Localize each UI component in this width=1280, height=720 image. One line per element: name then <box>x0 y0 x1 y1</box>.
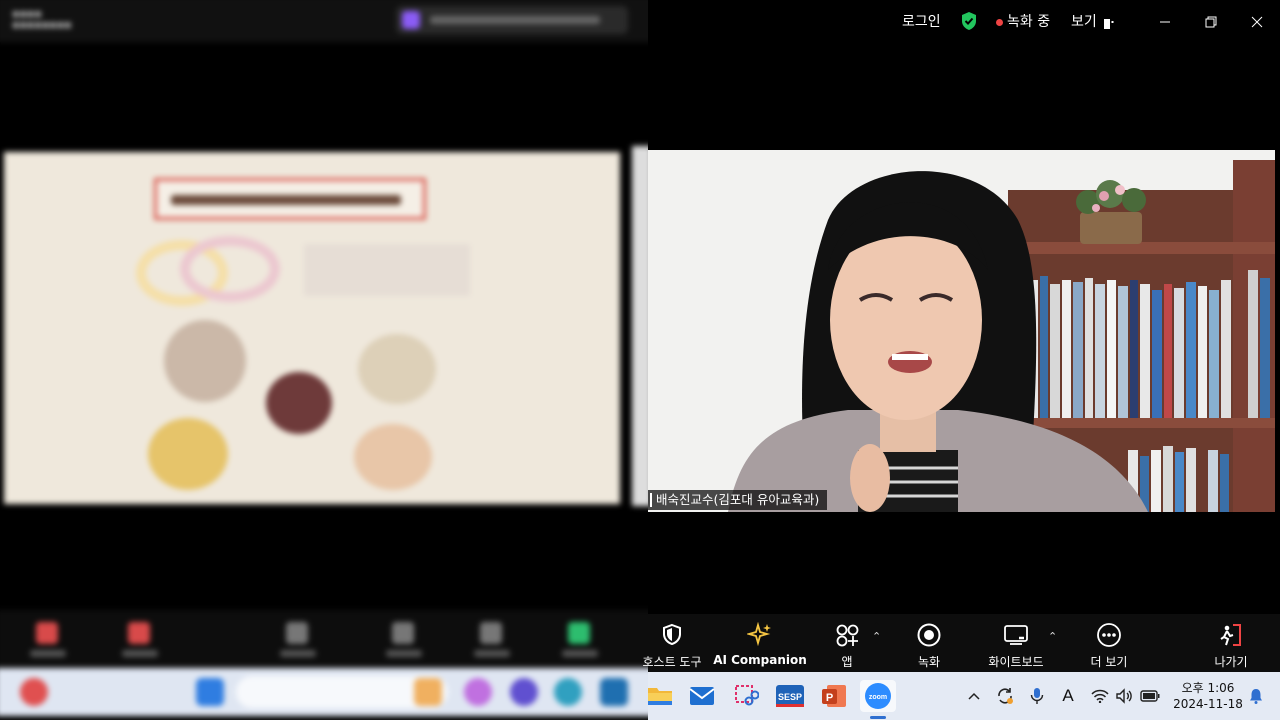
chevron-up-icon <box>968 692 980 700</box>
video-frame <box>648 150 1275 512</box>
system-clock[interactable]: 오후 1:06 2024-11-18 <box>1168 680 1248 712</box>
record-button[interactable]: 녹화 <box>906 614 952 672</box>
minimize-icon <box>1160 21 1170 23</box>
clock-time: 오후 1:06 <box>1181 681 1235 695</box>
leave-button[interactable]: 나가기 <box>1206 614 1256 672</box>
close-button[interactable] <box>1234 0 1280 44</box>
apps-button[interactable]: 앱 <box>824 614 870 672</box>
view-menu-button[interactable]: 보기 <box>1071 0 1097 44</box>
blurred-logo: ▪▪▪▪ ▪▪▪▪▪▪▪▪ <box>12 7 72 31</box>
wifi-icon[interactable] <box>1090 672 1110 720</box>
ai-companion-label: AI Companion <box>713 653 807 667</box>
show-hidden-icons-button[interactable] <box>964 672 984 720</box>
blurred-taskbar <box>0 668 648 716</box>
ai-companion-button[interactable]: AI Companion <box>712 614 808 672</box>
mail-icon[interactable] <box>686 680 718 712</box>
more-label: 더 보기 <box>1090 655 1128 669</box>
zoom-app-icon[interactable]: zoom <box>860 680 896 712</box>
sparkle-icon <box>745 621 773 648</box>
leave-label: 나가기 <box>1214 655 1248 669</box>
login-link[interactable]: 로그인 <box>902 0 941 44</box>
snipping-tool-icon[interactable] <box>730 680 762 712</box>
clock-date: 2024-11-18 <box>1173 697 1243 711</box>
record-icon <box>916 622 942 648</box>
svg-text:P: P <box>826 692 833 704</box>
windows-taskbar: SESP P zoom A 오후 1:06 2024-11-18 <box>648 672 1280 720</box>
minimize-button[interactable] <box>1142 0 1188 44</box>
apps-caret-icon[interactable]: ⌃ <box>872 630 881 643</box>
blurred-region: ▪▪▪▪ ▪▪▪▪▪▪▪▪ <box>0 0 648 720</box>
host-tools-button[interactable]: 호스트 도구 <box>640 614 704 672</box>
blurred-meeting-pill <box>396 6 628 34</box>
leave-icon <box>1218 622 1244 648</box>
notification-bell-icon[interactable] <box>1244 672 1268 720</box>
blurred-toolbar <box>0 610 648 668</box>
meeting-toolbar: 호스트 도구 AI Companion 앱 ⌃ 녹화 화이트보드 ⌃ 더 보기 <box>642 614 1280 672</box>
whiteboard-icon <box>1003 622 1029 648</box>
file-explorer-icon[interactable] <box>644 680 676 712</box>
blurred-title-bar: ▪▪▪▪ ▪▪▪▪▪▪▪▪ <box>0 0 648 42</box>
apps-icon <box>834 622 860 648</box>
recording-status: 녹화 중 <box>1007 14 1051 30</box>
recording-dot-icon <box>996 19 1003 26</box>
view-layout-icon[interactable] <box>1103 15 1115 29</box>
input-method-indicator[interactable]: A <box>1056 672 1080 720</box>
close-icon <box>1251 16 1263 28</box>
blurred-slide-edge <box>632 146 648 506</box>
sesp-app-icon[interactable]: SESP <box>774 680 806 712</box>
more-icon <box>1096 622 1122 648</box>
participant-video[interactable]: 배숙진교수(김포대 유아교육과) <box>648 150 1275 512</box>
whiteboard-caret-icon[interactable]: ⌃ <box>1048 630 1057 643</box>
volume-icon[interactable] <box>1114 672 1134 720</box>
shield-check-icon <box>960 11 978 31</box>
whiteboard-label: 화이트보드 <box>988 655 1044 669</box>
zoom-active-indicator <box>870 716 886 719</box>
sync-icon[interactable] <box>994 672 1016 720</box>
svg-text:SESP: SESP <box>778 692 802 702</box>
apps-label: 앱 <box>841 655 853 669</box>
participant-name-tag: 배숙진교수(김포대 유아교육과) <box>648 490 828 510</box>
record-label: 녹화 <box>917 655 941 669</box>
title-bar: 로그인 녹화 중 보기 <box>648 0 1280 44</box>
microphone-icon[interactable] <box>1026 672 1048 720</box>
restore-icon <box>1205 16 1217 28</box>
svg-text:zoom: zoom <box>869 694 887 701</box>
host-tools-label: 호스트 도구 <box>642 655 702 669</box>
more-button[interactable]: 더 보기 <box>1084 614 1134 672</box>
shield-icon <box>659 622 685 648</box>
powerpoint-icon[interactable]: P <box>818 680 850 712</box>
whiteboard-button[interactable]: 화이트보드 <box>982 614 1050 672</box>
battery-icon[interactable] <box>1138 672 1162 720</box>
restore-button[interactable] <box>1188 0 1234 44</box>
blurred-shared-slide <box>4 152 620 504</box>
